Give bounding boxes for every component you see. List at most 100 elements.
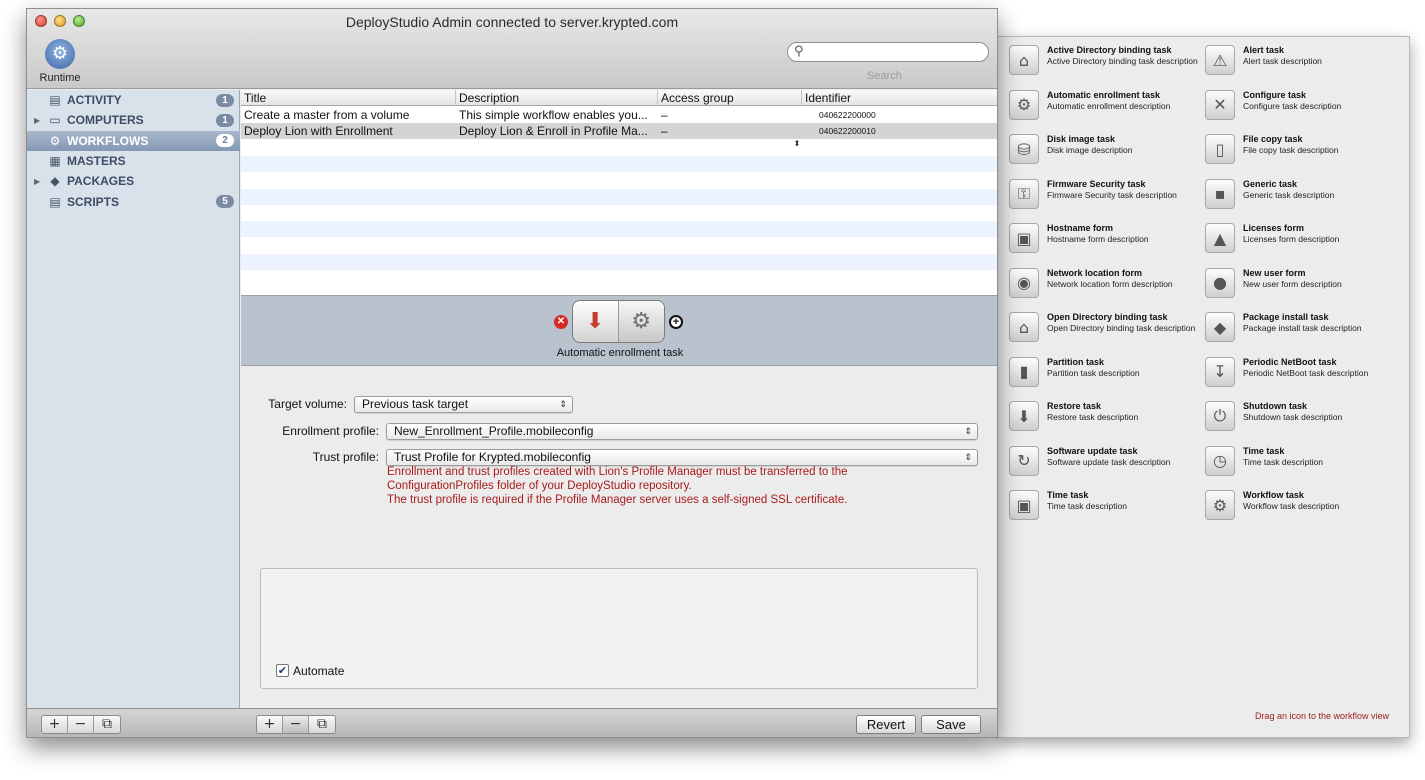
workflow-duplicate-button[interactable]: ⧉: [309, 716, 335, 733]
column-header-access-group[interactable]: Access group: [658, 90, 802, 106]
disclosure-triangle-icon[interactable]: ▶: [34, 116, 40, 125]
licenses-icon[interactable]: ▲: [1205, 223, 1235, 253]
palette-task-tile[interactable]: ⌂ Active Directory binding task Active Dir…: [1009, 45, 1205, 90]
palette-task-tile[interactable]: ⌂ Open Directory binding task Open Directo…: [1009, 312, 1205, 357]
palette-task-tile[interactable]: ✕ Configure task Configure task descriptio…: [1205, 89, 1401, 135]
sidebar-item-masters[interactable]: ▦ MASTERS: [27, 151, 240, 171]
sidebar-item-workflows[interactable]: ⚙ WORKFLOWS 2: [27, 130, 240, 151]
palette-task-tile[interactable]: ⚙ Automatic enrollment task Automatic enro…: [1009, 89, 1205, 135]
tasks-palette-window: ⌂ Active Directory binding task Active Dir…: [996, 36, 1410, 738]
enrollment-task-step-icon[interactable]: ⚙: [618, 301, 664, 342]
palette-task-tile[interactable]: ↧ Periodic NetBoot task Periodic NetBoot t…: [1205, 356, 1401, 402]
palette-task-tile[interactable]: ◆ Package install task Package install tas…: [1205, 312, 1401, 357]
column-header-description[interactable]: Description: [456, 90, 658, 106]
netboot-icon[interactable]: ↧: [1205, 356, 1235, 387]
sidebar-duplicate-button[interactable]: ⧉: [94, 716, 120, 733]
target-volume-select[interactable]: Previous task target ⇕: [354, 396, 573, 413]
empty-table-row: [241, 155, 997, 172]
file-copy-icon[interactable]: ▯: [1205, 134, 1235, 164]
partition-drive-icon[interactable]: ▮: [1009, 356, 1039, 387]
automate-checkbox[interactable]: ✔: [276, 664, 289, 677]
open-directory-icon[interactable]: ⌂: [1009, 312, 1039, 342]
trust-profile-select[interactable]: Trust Profile for Krypted.mobileconfig ⇕: [386, 449, 978, 466]
workflow-remove-button[interactable]: −: [283, 716, 309, 733]
profile-note: Enrollment and trust profiles created wi…: [387, 465, 927, 507]
table-cell-identifier: 040622200000: [819, 110, 876, 120]
alert-icon[interactable]: ⚠: [1205, 45, 1235, 75]
table-row[interactable]: Create a master from a volume This simple…: [241, 107, 997, 132]
network-globe-icon[interactable]: ◉: [1009, 267, 1039, 298]
options-box: ✔ Automate: [260, 568, 978, 689]
empty-table-row: [241, 237, 997, 253]
palette-task-description: Active Directory binding task descriptio…: [1047, 56, 1198, 66]
palette-task-tile[interactable]: ⏻ Shutdown task Shutdown task description: [1205, 401, 1401, 446]
palette-task-tile[interactable]: ▲ Licenses form Licenses form description: [1205, 223, 1401, 268]
revert-button[interactable]: Revert: [856, 715, 916, 734]
time-display-icon[interactable]: ▣: [1009, 490, 1039, 520]
search-input[interactable]: [787, 42, 989, 62]
disclosure-triangle-icon[interactable]: ▶: [34, 177, 40, 186]
palette-task-description: File copy task description: [1243, 145, 1339, 155]
restore-task-step-icon[interactable]: ⬇: [573, 301, 619, 342]
automate-label[interactable]: Automate: [293, 664, 344, 678]
palette-task-tile[interactable]: ⚿ Firmware Security task Firmware Security…: [1009, 178, 1205, 224]
sidebar-add-button[interactable]: +: [42, 716, 68, 733]
palette-task-tile[interactable]: ◷ Time task Time task description: [1205, 445, 1401, 491]
enrollment-gear-icon[interactable]: ⚙: [1009, 89, 1039, 120]
hostname-icon[interactable]: ▣: [1009, 223, 1039, 253]
palette-task-text: Software update task Software update task…: [1047, 446, 1202, 468]
package-icon[interactable]: ◆: [1205, 312, 1235, 342]
palette-task-description: Workflow task description: [1243, 501, 1340, 511]
palette-task-tile[interactable]: ⚠ Alert task Alert task description: [1205, 45, 1401, 90]
palette-task-text: Open Directory binding task Open Director…: [1047, 312, 1202, 334]
restore-icon[interactable]: ⬇: [1009, 401, 1039, 431]
terminal-icon[interactable]: ▪: [1205, 178, 1235, 209]
sidebar-item-activity[interactable]: ▤ ACTIVITY 1: [27, 90, 240, 110]
configure-tools-icon[interactable]: ✕: [1205, 89, 1235, 120]
workflow-add-button[interactable]: +: [257, 716, 283, 733]
palette-task-tile[interactable]: ◉ Network location form Network location f…: [1009, 267, 1205, 313]
palette-task-name: Time task: [1047, 490, 1089, 500]
lock-icon[interactable]: ⚿: [1009, 178, 1039, 209]
palette-task-tile[interactable]: ● New user form New user form description: [1205, 267, 1401, 313]
add-task-icon[interactable]: +: [669, 315, 683, 329]
software-update-icon[interactable]: ↻: [1009, 445, 1039, 476]
clock-icon[interactable]: ◷: [1205, 445, 1235, 476]
table-row[interactable]: Deploy Lion with Enrollment Deploy Lion &…: [241, 123, 997, 148]
user-icon[interactable]: ●: [1205, 267, 1235, 298]
save-button[interactable]: Save: [921, 715, 981, 734]
palette-task-text: Active Directory binding task Active Dire…: [1047, 45, 1202, 67]
palette-task-description: Time task description: [1047, 501, 1127, 511]
enrollment-profile-select[interactable]: New_Enrollment_Profile.mobileconfig ⇕: [386, 423, 978, 440]
palette-task-description: Open Directory binding task description: [1047, 323, 1196, 333]
bottom-bar: + − ⧉ + − ⧉ Revert Save: [27, 708, 997, 737]
shutdown-icon[interactable]: ⏻: [1205, 401, 1235, 431]
palette-task-text: Automatic enrollment task Automatic enrol…: [1047, 90, 1202, 112]
palette-task-name: Workflow task: [1243, 490, 1304, 500]
count-badge: 1: [216, 113, 234, 127]
palette-task-tile[interactable]: ▮ Partition task Partition task descriptio…: [1009, 356, 1205, 402]
palette-task-tile[interactable]: ⚙ Workflow task Workflow task description: [1205, 490, 1401, 535]
disk-image-icon[interactable]: ⛁: [1009, 134, 1039, 164]
sidebar-item-scripts[interactable]: ▤ SCRIPTS 5: [27, 192, 240, 212]
sidebar-item-computers[interactable]: ▶ ▭ COMPUTERS 1: [27, 110, 240, 130]
palette-task-name: Alert task: [1243, 45, 1285, 55]
sidebar-remove-button[interactable]: −: [68, 716, 94, 733]
palette-task-text: Partition task Partition task description: [1047, 357, 1202, 379]
palette-task-tile[interactable]: ▣ Time task Time task description: [1009, 490, 1205, 535]
palette-task-tile[interactable]: ⬇ Restore task Restore task description: [1009, 401, 1205, 446]
palette-task-tile[interactable]: ▪ Generic task Generic task description: [1205, 178, 1401, 224]
active-directory-icon[interactable]: ⌂: [1009, 45, 1039, 75]
sidebar-item-packages[interactable]: ▶ ◆ PACKAGES: [27, 171, 240, 191]
palette-task-tile[interactable]: ▯ File copy task File copy task descriptio…: [1205, 134, 1401, 179]
package-icon: ◆: [50, 174, 60, 189]
runtime-toolbar-button[interactable]: ⚙ Runtime: [35, 39, 85, 84]
palette-task-tile[interactable]: ▣ Hostname form Hostname form description: [1009, 223, 1205, 268]
palette-task-tile[interactable]: ⛁ Disk image task Disk image description: [1009, 134, 1205, 179]
remove-task-icon[interactable]: ✕: [554, 315, 568, 329]
column-header-identifier[interactable]: Identifier: [802, 90, 997, 106]
main-window: DeployStudio Admin connected to server.k…: [26, 8, 998, 738]
palette-task-tile[interactable]: ↻ Software update task Software update tas…: [1009, 445, 1205, 491]
workflow-gear-icon[interactable]: ⚙: [1205, 490, 1235, 520]
column-header-title[interactable]: Title: [241, 90, 456, 106]
